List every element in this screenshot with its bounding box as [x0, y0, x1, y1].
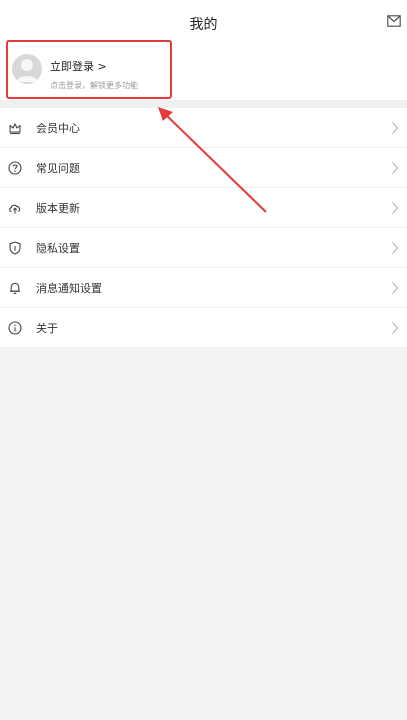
login-subtitle: 点击登录，解锁更多功能 [50, 81, 138, 90]
bell-icon [10, 282, 20, 295]
question-icon [8, 161, 22, 175]
login-card[interactable]: 立即登录 > 点击登录，解锁更多功能 [6, 40, 172, 99]
menu-item-update[interactable]: 版本更新 [0, 188, 407, 228]
menu-item-label: 隐私设置 [36, 242, 80, 255]
login-title[interactable]: 立即登录 > [50, 58, 107, 74]
page-title: 我的 [189, 17, 218, 33]
chevron-right-icon [392, 282, 399, 294]
menu-item-label: 关于 [36, 322, 58, 335]
section-divider [0, 100, 407, 108]
menu-item-label: 版本更新 [36, 202, 80, 215]
settings-menu: 会员中心 常见问题 版本更新 隐私设置 消息通知设置 关于 [0, 108, 407, 347]
menu-item-label: 消息通知设置 [36, 282, 102, 295]
menu-item-label: 会员中心 [36, 122, 80, 135]
vip-crown-icon [9, 123, 21, 135]
privacy-shield-icon [9, 241, 21, 255]
chevron-right-icon [392, 202, 399, 214]
menu-item-faq[interactable]: 常见问题 [0, 148, 407, 188]
profile-header: 我的 立即登录 > 点击登录，解锁更多功能 [0, 0, 407, 100]
menu-item-privacy[interactable]: 隐私设置 [0, 228, 407, 268]
chevron-right-icon [392, 242, 399, 254]
mail-icon[interactable] [387, 15, 401, 27]
avatar-icon [12, 54, 42, 84]
menu-item-about[interactable]: 关于 [0, 308, 407, 347]
update-icon [9, 204, 21, 214]
chevron-right-icon [392, 322, 399, 334]
menu-item-vip[interactable]: 会员中心 [0, 108, 407, 148]
chevron-right-icon [392, 122, 399, 134]
chevron-right-icon [392, 162, 399, 174]
info-icon [8, 321, 22, 335]
menu-item-label: 常见问题 [36, 162, 80, 175]
menu-item-notifications[interactable]: 消息通知设置 [0, 268, 407, 308]
